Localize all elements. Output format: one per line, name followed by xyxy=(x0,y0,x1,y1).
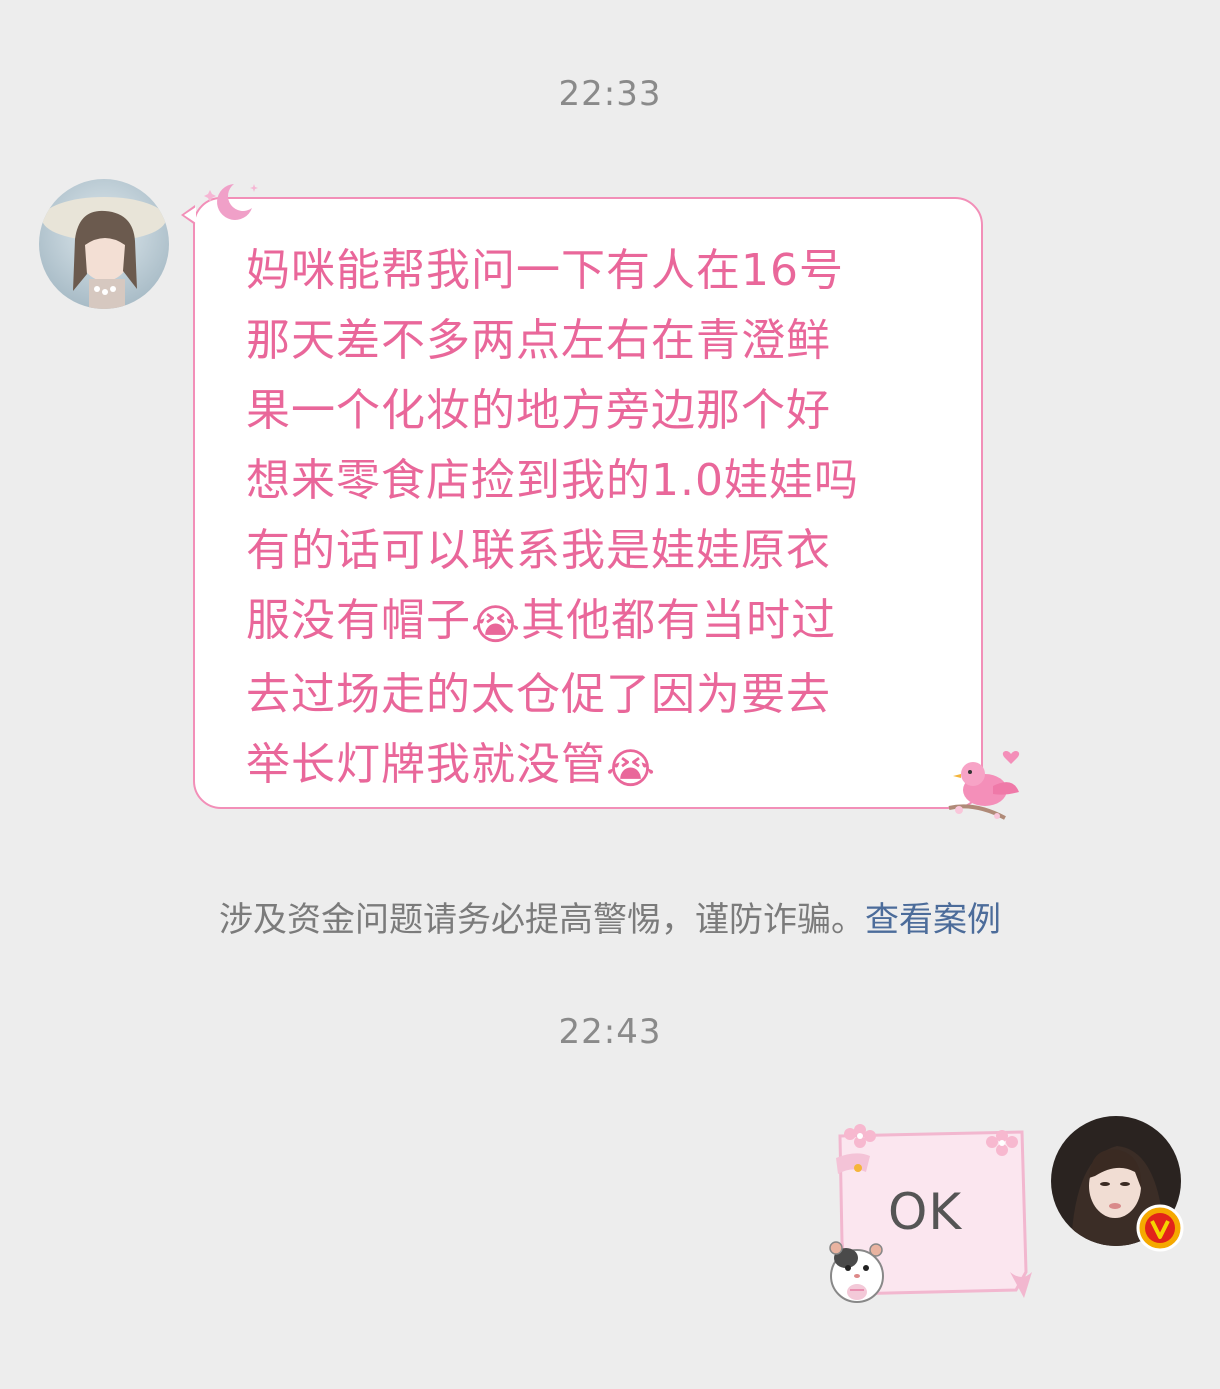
fraud-warning-text: 涉及资金问题请务必提高警惕，谨防诈骗。 xyxy=(219,900,865,940)
timestamp: 22:33 xyxy=(558,74,662,114)
crying-emoji-icon: 😭 xyxy=(471,600,522,649)
message-line: 服没有帽子😭其他都有当时过 xyxy=(246,586,946,660)
sender-avatar[interactable] xyxy=(39,179,169,309)
outgoing-message-text: OK xyxy=(888,1183,963,1241)
message-fragment: 其他都有当时过 xyxy=(521,595,837,646)
fraud-warning-notice: 涉及资金问题请务必提高警惕，谨防诈骗。查看案例 xyxy=(0,892,1220,941)
view-cases-link[interactable]: 查看案例 xyxy=(865,900,1001,940)
hamster-sticker xyxy=(822,1228,892,1312)
message-line: 有的话可以联系我是娃娃原衣 xyxy=(246,525,831,576)
incoming-message-text: 妈咪能帮我问一下有人在16号 那天差不多两点左右在青澄鲜 果一个化妆的地方旁边那… xyxy=(246,236,946,804)
pink-bird-sticker xyxy=(945,746,1025,830)
message-line: 果一个化妆的地方旁边那个好 xyxy=(246,385,831,436)
bubble-tail-inner xyxy=(184,207,196,223)
crying-emoji-icon: 😭 xyxy=(606,744,657,793)
message-line: 那天差不多两点左右在青澄鲜 xyxy=(246,315,831,366)
moon-icon xyxy=(200,180,260,228)
message-fragment: 服没有帽子 xyxy=(246,595,471,646)
message-line: 想来零食店捡到我的1.0娃娃吗 xyxy=(246,455,859,506)
message-line: 妈咪能帮我问一下有人在16号 xyxy=(246,245,844,296)
message-line: 举长灯牌我就没管😭 xyxy=(246,730,946,804)
message-line: 去过场走的太仓促了因为要去 xyxy=(246,669,831,720)
timestamp: 22:43 xyxy=(558,1012,662,1052)
message-fragment: 举长灯牌我就没管 xyxy=(246,739,606,790)
verified-v-icon xyxy=(1136,1204,1184,1256)
